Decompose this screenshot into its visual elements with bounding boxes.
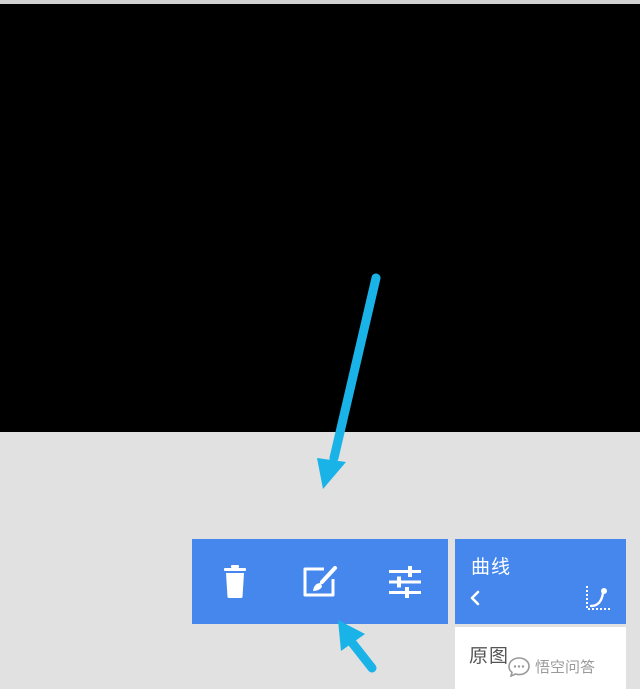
sliders-icon (388, 565, 422, 598)
curve-tool-button[interactable] (583, 583, 613, 613)
back-button[interactable] (465, 584, 493, 612)
annotation-arrow-up (338, 620, 377, 673)
adjust-sliders-button[interactable] (377, 554, 433, 610)
edit-brush-button[interactable] (292, 554, 348, 610)
chat-bubble-icon (508, 656, 530, 677)
delete-button[interactable] (207, 554, 263, 610)
edit-brush-icon (302, 565, 338, 598)
curves-title: 曲线 (471, 556, 512, 578)
trash-icon (220, 564, 250, 599)
chevron-left-icon (465, 590, 493, 616)
layer-toolbar (192, 539, 448, 624)
preset-original[interactable]: 原图 (469, 641, 509, 668)
watermark: 悟空问答 (508, 656, 595, 677)
photo-canvas[interactable] (0, 4, 640, 432)
watermark-text: 悟空问答 (535, 658, 596, 676)
curves-panel: 曲线 (455, 539, 626, 624)
curve-tool-icon (583, 586, 613, 617)
